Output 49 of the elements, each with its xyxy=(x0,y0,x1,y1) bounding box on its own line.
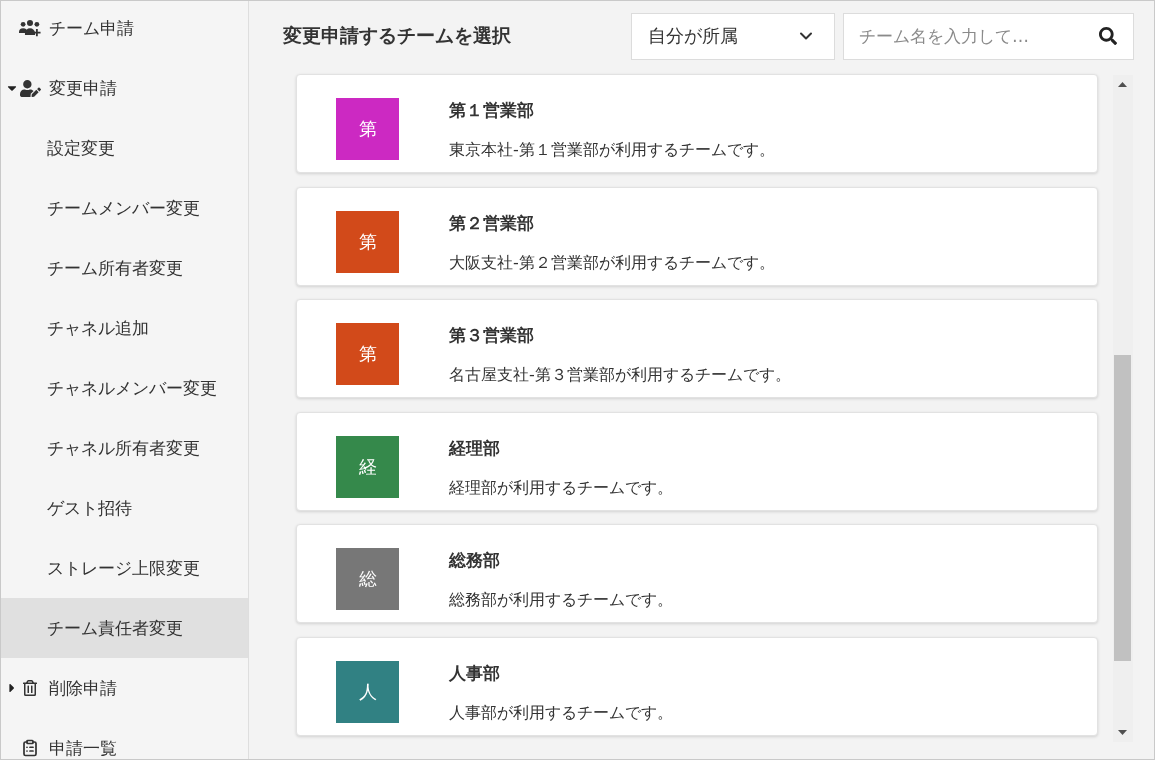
team-description: 経理部が利用するチームです。 xyxy=(449,476,673,499)
team-card[interactable]: 総 総務部 総務部が利用するチームです。 xyxy=(296,524,1098,624)
sidebar-subitem[interactable]: 設定変更 xyxy=(1,118,248,178)
team-avatar: 経 xyxy=(336,435,399,498)
sidebar-subitem[interactable]: ゲスト招待 xyxy=(1,478,248,538)
search-icon[interactable] xyxy=(1099,27,1117,45)
sidebar-subitem[interactable]: ストレージ上限変更 xyxy=(1,538,248,598)
sidebar-subitem[interactable]: チャネルメンバー変更 xyxy=(1,358,248,418)
people-plus-icon xyxy=(19,19,41,37)
team-name: 経理部 xyxy=(449,436,501,459)
filter-dropdown[interactable]: 自分が所属 xyxy=(631,12,835,60)
trash-icon xyxy=(22,680,38,696)
team-name: 第２営業部 xyxy=(449,211,535,234)
team-description: 東京本社-第１営業部が利用するチームです。 xyxy=(449,139,775,161)
sidebar-subitem[interactable]: チャネル所有者変更 xyxy=(1,418,248,478)
sidebar-item[interactable]: 申請一覧 xyxy=(1,718,248,759)
scrollbar[interactable] xyxy=(1113,75,1133,742)
team-name: 第３営業部 xyxy=(449,324,535,347)
team-card[interactable]: 人 人事部 人事部が利用するチームです。 xyxy=(296,636,1098,736)
scroll-down-icon[interactable] xyxy=(1118,730,1127,735)
team-avatar: 第 xyxy=(336,323,399,386)
sidebar-subitem[interactable]: チーム所有者変更 xyxy=(1,238,248,298)
team-avatar: 人 xyxy=(336,660,399,723)
team-description: 大阪支社-第２営業部が利用するチームです。 xyxy=(449,251,775,274)
team-description: 名古屋支社-第３営業部が利用するチームです。 xyxy=(449,364,791,387)
team-avatar: 第 xyxy=(336,98,399,160)
sidebar-item[interactable]: チーム申請 xyxy=(1,1,248,58)
team-name: 総務部 xyxy=(449,549,501,572)
clipboard-list-icon xyxy=(21,739,39,757)
scrollbar-thumb[interactable] xyxy=(1114,355,1131,661)
team-name: 人事部 xyxy=(449,661,501,684)
team-avatar: 第 xyxy=(336,210,399,273)
team-card[interactable]: 第 第２営業部 大阪支社-第２営業部が利用するチームです。 xyxy=(296,186,1098,286)
user-pen-icon xyxy=(19,77,41,99)
sidebar-subitem[interactable]: チーム責任者変更 xyxy=(1,598,248,658)
sidebar-item[interactable]: 削除申請 xyxy=(1,658,248,718)
team-avatar: 総 xyxy=(336,548,399,611)
team-card[interactable]: 第 第１営業部 東京本社-第１営業部が利用するチームです。 xyxy=(296,74,1098,173)
team-description: 人事部が利用するチームです。 xyxy=(449,701,673,724)
sidebar-item[interactable]: 変更申請 xyxy=(1,58,248,118)
team-card[interactable]: 経 経理部 経理部が利用するチームです。 xyxy=(296,411,1098,511)
search-field[interactable]: チーム名を入力して… xyxy=(843,12,1134,60)
sidebar-subitem[interactable]: チャネル追加 xyxy=(1,298,248,358)
sidebar-subitem[interactable]: チームメンバー変更 xyxy=(1,178,248,238)
scroll-up-icon[interactable] xyxy=(1118,82,1127,87)
team-card[interactable]: 第 第３営業部 名古屋支社-第３営業部が利用するチームです。 xyxy=(296,299,1098,399)
team-name: 第１営業部 xyxy=(449,99,535,121)
page-title: 変更申請するチームを選択 xyxy=(283,23,511,48)
team-description: 総務部が利用するチームです。 xyxy=(449,589,673,612)
